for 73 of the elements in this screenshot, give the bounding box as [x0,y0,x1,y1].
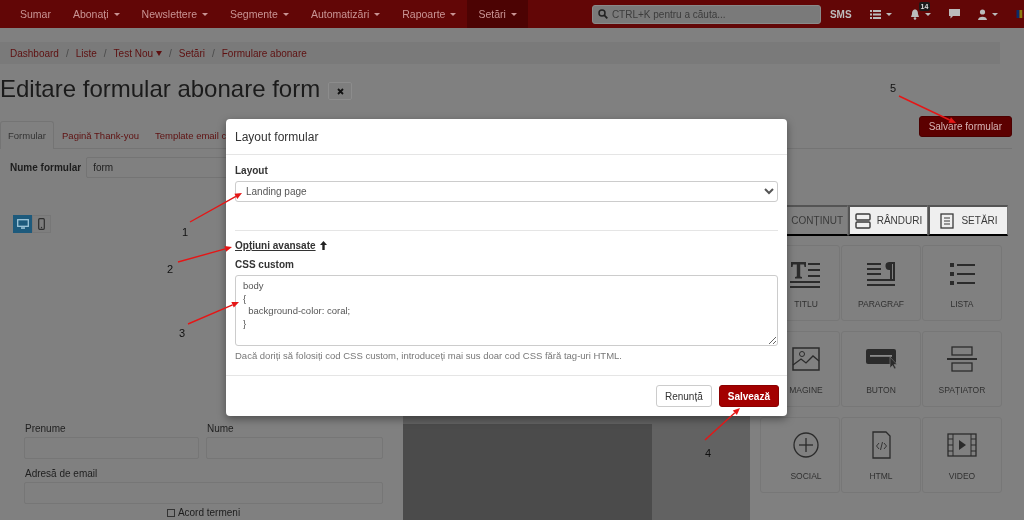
save-button[interactable]: Salvează [718,385,779,407]
annotation-number: 4 [704,447,712,459]
breadcrumb-link[interactable]: Dashboard [10,47,59,59]
user-icon [977,8,987,20]
mobile-view-button[interactable] [32,215,51,233]
breadcrumb-separator: / [65,47,69,59]
settings-icon [939,212,956,229]
page-title: Editare formular abonare form [0,75,321,103]
breadcrumb-link[interactable]: Test Nou [113,47,163,59]
annotation-number: 1 [181,226,189,238]
checkbox[interactable] [166,508,175,517]
close-button[interactable] [328,82,353,100]
layout-label: Layout [235,165,269,176]
form-name-label: Nume formular [10,162,82,173]
css-code-field[interactable]: body { background-color: coral; } [235,275,778,346]
annotation-number: 5 [889,82,897,94]
chat-icon [948,9,960,19]
monitor-icon [16,219,29,229]
save-form-button[interactable]: Salvare formular [918,116,1012,137]
bell-icon [909,8,920,20]
page-tab[interactable]: Pagină Thank-you [54,121,147,148]
breadcrumb-separator: / [212,47,215,59]
annotation-arrow [189,193,242,223]
annotation-arrow [898,95,956,123]
list-icon [869,9,881,19]
rows-icon [854,212,871,229]
social-block-icon [790,429,822,461]
annotation-number: 2 [166,263,174,275]
content-block-tile[interactable]: SPAȚIATOR [922,331,1002,407]
cancel-button[interactable]: Renunță [655,385,712,407]
up-arrow-icon [319,241,327,250]
spacer-block-icon [946,343,978,375]
page-tab[interactable]: Formular [0,121,54,149]
field-label: Adresă de email [25,468,99,479]
nav-menu-item[interactable]: Setări [467,0,528,28]
sms-link[interactable]: SMS [820,0,861,28]
advanced-options-link[interactable]: Opțiuni avansate [235,240,316,251]
annotation-arrow [177,246,232,263]
nav-menu-item[interactable]: Segmente [219,0,300,28]
content-block-tile[interactable]: LISTA [922,245,1002,321]
checkbox-label: Acord termeni [177,507,241,518]
nav-menu-item[interactable]: Automatizări [299,0,392,28]
phone-icon [38,218,45,230]
annotation-arrow [187,302,239,325]
content-block-tile[interactable]: BUTON [841,331,921,407]
modal-title: Layout formular [226,119,787,155]
content-block-tile[interactable]: SOCIAL [760,417,840,493]
breadcrumb-separator: / [103,47,107,59]
annotation-number: 3 [178,327,186,339]
nav-menu-item[interactable]: Newslettere [130,0,219,28]
content-block-tile[interactable]: HTML [841,417,921,493]
desktop-view-button[interactable] [13,215,32,233]
builder-tab[interactable]: SETĂRI [928,205,1008,236]
builder-tab[interactable]: RÂNDURI [848,205,928,236]
breadcrumb-link[interactable]: Formulare abonare [221,47,307,59]
breadcrumb-link[interactable]: Liste [75,47,97,59]
nav-menu-item[interactable]: Abonați [61,0,131,28]
help-text: Dacă doriți să folosiți cod CSS custom, introduceți mai sus doar cod CSS fără tag-uri HTML. [235,350,623,361]
layout-select[interactable]: Landing page [235,181,778,202]
close-icon [336,87,344,95]
annotation-arrow [704,408,740,441]
field-label: Prenume [25,423,67,434]
content-block-tile[interactable]: VIDEO [922,417,1002,493]
breadcrumb-separator: / [169,47,172,59]
search-field[interactable]: CTRL+K pentru a căuta... [591,4,821,24]
breadcrumb-link[interactable]: Setări [178,47,205,59]
content-block-tile[interactable]: PARAGRAF [841,245,921,321]
caret-icon [991,12,998,16]
css-label: CSS custom [235,259,295,270]
field-label: Nume [207,423,235,434]
caret-icon [885,12,892,16]
nav-menu-item[interactable]: Rapoarte [391,0,468,28]
nav-menu-item[interactable]: Sumar [9,0,62,28]
